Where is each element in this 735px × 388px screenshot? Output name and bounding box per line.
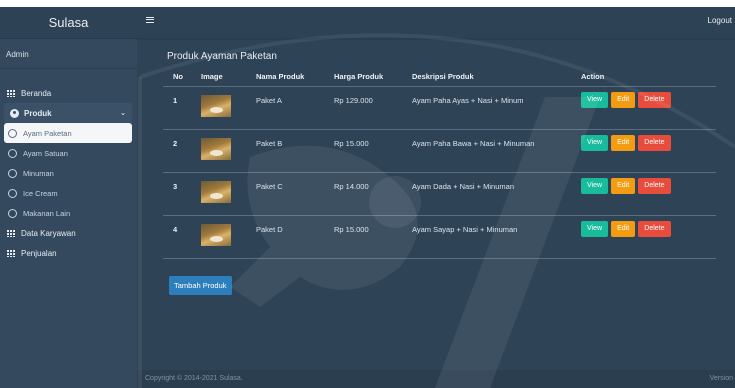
row-deskripsi: Ayam Sayap + Nasi + Minuman xyxy=(402,215,571,259)
row-harga: Rp 129.000 xyxy=(324,86,402,130)
table-header-row: No Image Nama Produk Harga Produk Deskri… xyxy=(163,68,716,87)
sidebar-item-produk[interactable]: Produk ⌄ xyxy=(4,103,132,123)
product-thumbnail xyxy=(201,223,231,246)
circle-icon xyxy=(8,168,17,178)
product-thumbnail xyxy=(201,180,231,203)
footer: Copyright © 2014-2021 Sulasa. Version xyxy=(137,370,735,388)
version-text: Version xyxy=(709,375,733,382)
row-image-cell xyxy=(191,86,246,130)
row-harga: Rp 15.000 xyxy=(324,129,402,173)
row-deskripsi: Ayam Paha Ayas + Nasi + Minum xyxy=(402,86,571,130)
edit-button[interactable]: Edit xyxy=(611,134,636,151)
sidebar-subitem-label: Ayam Satuan xyxy=(23,148,68,158)
row-nama: Paket D xyxy=(246,215,324,259)
table-row: 1 Paket A Rp 129.000 Ayam Paha Ayas + Na… xyxy=(163,86,716,130)
row-no: 1 xyxy=(163,86,191,130)
app-window: Sulasa Admin Beranda Produk ⌄ Ayam Paket… xyxy=(0,7,735,388)
sidebar-item-data-karyawan[interactable]: Data Karyawan xyxy=(0,223,137,243)
sidebar-item-penjualan[interactable]: Penjualan xyxy=(0,243,137,263)
grid-icon xyxy=(7,89,15,97)
view-button[interactable]: View xyxy=(581,134,609,151)
grid-icon xyxy=(7,229,15,237)
sidebar-item-label: Data Karyawan xyxy=(21,228,76,238)
gauge-icon xyxy=(10,108,19,118)
sidebar-subitem-makanan-lain[interactable]: Makanan Lain xyxy=(0,203,137,223)
row-nama: Paket B xyxy=(246,129,324,173)
chevron-down-icon: ⌄ xyxy=(120,110,126,117)
delete-button[interactable]: Delete xyxy=(638,177,671,194)
sidebar-subitem-ayam-paketan[interactable]: Ayam Paketan xyxy=(4,123,132,143)
edit-button[interactable]: Edit xyxy=(611,177,636,194)
delete-button[interactable]: Delete xyxy=(638,134,671,151)
row-actions: View Edit Delete xyxy=(571,215,716,259)
user-panel: Admin xyxy=(0,39,137,69)
produk-submenu: Ayam Paketan Ayam Satuan Minuman Ice Cre… xyxy=(0,123,137,223)
row-no: 2 xyxy=(163,129,191,173)
sidebar-subitem-label: Makanan Lain xyxy=(23,208,71,218)
view-button[interactable]: View xyxy=(581,91,609,108)
row-deskripsi: Ayam Dada + Nasi + Minuman xyxy=(402,172,571,216)
column-header-deskripsi: Deskripsi Produk xyxy=(402,68,571,87)
edit-button[interactable]: Edit xyxy=(611,220,636,237)
content-area: Produk Ayaman Paketan No Image Nama Prod… xyxy=(137,40,735,388)
column-header-harga: Harga Produk xyxy=(324,68,402,87)
row-no: 4 xyxy=(163,215,191,259)
product-thumbnail xyxy=(201,94,231,117)
circle-icon xyxy=(8,208,17,218)
add-product-button[interactable]: Tambah Produk xyxy=(169,276,232,295)
product-table: No Image Nama Produk Harga Produk Deskri… xyxy=(163,68,716,259)
top-navbar: Logout xyxy=(137,7,735,39)
page-title: Produk Ayaman Paketan xyxy=(167,51,277,62)
sidebar-item-label: Beranda xyxy=(21,88,52,98)
delete-button[interactable]: Delete xyxy=(638,91,671,108)
sidebar-subitem-label: Minuman xyxy=(23,168,54,178)
sidebar-nav: Beranda Produk ⌄ Ayam Paketan Ayam Satua… xyxy=(0,83,137,263)
sidebar-item-beranda[interactable]: Beranda xyxy=(0,83,137,103)
row-harga: Rp 15.000 xyxy=(324,215,402,259)
row-actions: View Edit Delete xyxy=(571,86,716,130)
column-header-action: Action xyxy=(571,68,716,87)
sidebar: Sulasa Admin Beranda Produk ⌄ Ayam Paket… xyxy=(0,7,137,388)
sidebar-subitem-ayam-satuan[interactable]: Ayam Satuan xyxy=(0,143,137,163)
row-nama: Paket A xyxy=(246,86,324,130)
circle-icon xyxy=(8,188,17,198)
row-image-cell xyxy=(191,129,246,173)
circle-icon xyxy=(8,128,17,138)
table-row: 2 Paket B Rp 15.000 Ayam Paha Bawa + Nas… xyxy=(163,129,716,173)
row-deskripsi: Ayam Paha Bawa + Nasi + Minuman xyxy=(402,129,571,173)
column-header-no: No xyxy=(163,68,191,87)
sidebar-subitem-minuman[interactable]: Minuman xyxy=(0,163,137,183)
row-image-cell xyxy=(191,172,246,216)
logout-link[interactable]: Logout xyxy=(708,16,732,25)
sidebar-item-label: Produk xyxy=(24,108,52,118)
table-row: 4 Paket D Rp 15.000 Ayam Sayap + Nasi + … xyxy=(163,215,716,259)
table-row: 3 Paket C Rp 14.000 Ayam Dada + Nasi + M… xyxy=(163,172,716,216)
row-image-cell xyxy=(191,215,246,259)
sidebar-subitem-ice-cream[interactable]: Ice Cream xyxy=(0,183,137,203)
delete-button[interactable]: Delete xyxy=(638,220,671,237)
edit-button[interactable]: Edit xyxy=(611,91,636,108)
sidebar-item-label: Penjualan xyxy=(21,248,57,258)
circle-icon xyxy=(8,148,17,158)
grid-icon xyxy=(7,249,15,257)
product-thumbnail xyxy=(201,137,231,160)
row-no: 3 xyxy=(163,172,191,216)
column-header-image: Image xyxy=(191,68,246,87)
sidebar-subitem-label: Ayam Paketan xyxy=(23,128,72,138)
row-actions: View Edit Delete xyxy=(571,172,716,216)
row-actions: View Edit Delete xyxy=(571,129,716,173)
view-button[interactable]: View xyxy=(581,220,609,237)
view-button[interactable]: View xyxy=(581,177,609,194)
row-nama: Paket C xyxy=(246,172,324,216)
hamburger-icon[interactable] xyxy=(146,17,154,23)
sidebar-subitem-label: Ice Cream xyxy=(23,188,58,198)
column-header-nama: Nama Produk xyxy=(246,68,324,87)
brand-logo[interactable]: Sulasa xyxy=(0,7,137,39)
copyright-text: Copyright © 2014-2021 Sulasa. xyxy=(145,375,243,382)
row-harga: Rp 14.000 xyxy=(324,172,402,216)
